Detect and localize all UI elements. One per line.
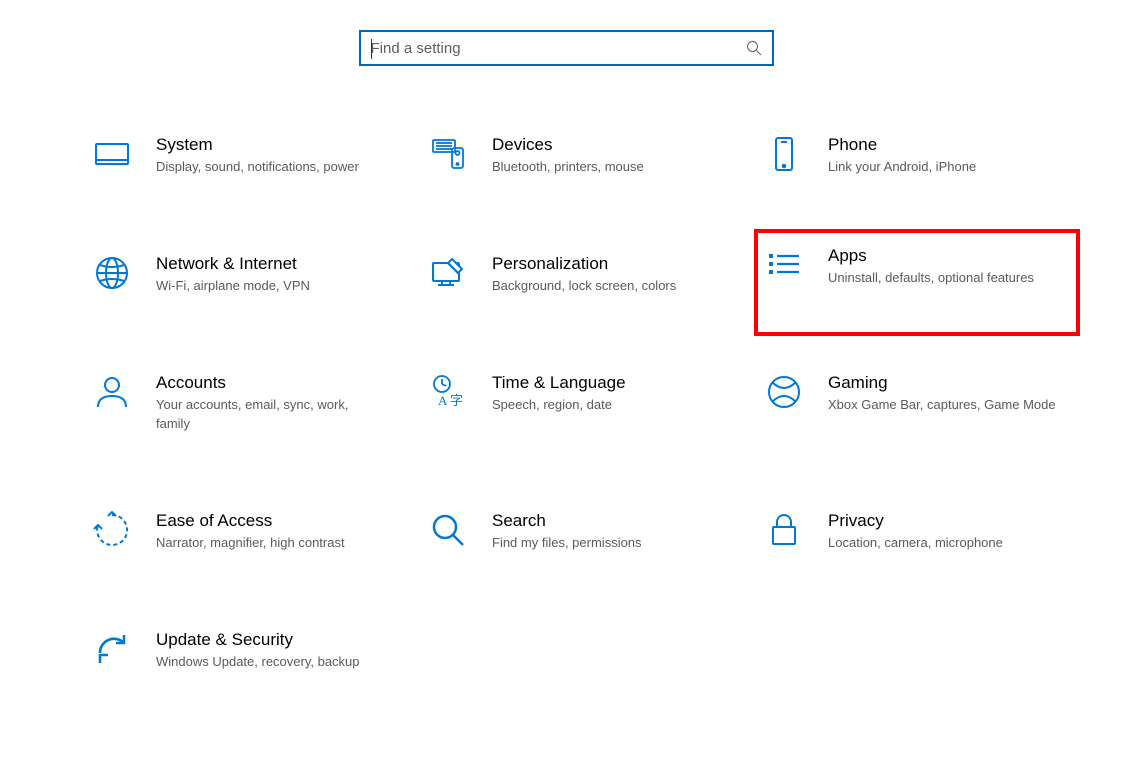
svg-text:字: 字 [450,393,463,408]
tile-subtitle: Uninstall, defaults, optional features [828,269,1064,288]
tile-title: Devices [492,134,720,156]
search-container [0,0,1132,126]
search-icon [746,40,762,56]
tile-network[interactable]: Network & Internet Wi-Fi, airplane mode,… [92,245,392,304]
tile-subtitle: Speech, region, date [492,396,720,415]
privacy-icon [764,510,804,550]
search-category-icon [428,510,468,550]
tile-title: Apps [828,245,1064,267]
search-input[interactable] [371,40,746,57]
phone-icon [764,134,804,174]
tile-subtitle: Link your Android, iPhone [828,158,1056,177]
tile-subtitle: Display, sound, notifications, power [156,158,384,177]
update-icon [92,629,132,669]
search-box[interactable] [359,30,774,66]
tile-subtitle: Find my files, permissions [492,534,720,553]
tile-ease-of-access[interactable]: Ease of Access Narrator, magnifier, high… [92,502,392,561]
tile-phone[interactable]: Phone Link your Android, iPhone [764,126,1064,185]
text-caret [371,39,372,59]
tile-time-language[interactable]: A 字 Time & Language Speech, region, date [428,364,728,442]
tile-subtitle: Your accounts, email, sync, work, family [156,396,384,434]
tile-subtitle: Windows Update, recovery, backup [156,653,384,672]
tile-gaming[interactable]: Gaming Xbox Game Bar, captures, Game Mod… [764,364,1064,442]
tile-title: Search [492,510,720,532]
ease-of-access-icon [92,510,132,550]
tile-subtitle: Wi-Fi, airplane mode, VPN [156,277,384,296]
personalization-icon [428,253,468,293]
apps-icon [764,245,804,285]
tile-title: Phone [828,134,1056,156]
tile-title: Update & Security [156,629,384,651]
tile-title: Privacy [828,510,1056,532]
tile-subtitle: Bluetooth, printers, mouse [492,158,720,177]
tile-apps[interactable]: Apps Uninstall, defaults, optional featu… [754,229,1080,336]
settings-grid: System Display, sound, notifications, po… [80,126,1052,680]
tile-personalization[interactable]: Personalization Background, lock screen,… [428,245,728,304]
tile-search[interactable]: Search Find my files, permissions [428,502,728,561]
tile-subtitle: Location, camera, microphone [828,534,1056,553]
tile-title: Accounts [156,372,384,394]
tile-subtitle: Background, lock screen, colors [492,277,720,296]
tile-title: Personalization [492,253,720,275]
tile-update-security[interactable]: Update & Security Windows Update, recove… [92,621,392,680]
svg-text:A: A [438,393,448,408]
tile-title: Gaming [828,372,1056,394]
tile-title: Time & Language [492,372,720,394]
tile-title: Network & Internet [156,253,384,275]
accounts-icon [92,372,132,412]
tile-devices[interactable]: Devices Bluetooth, printers, mouse [428,126,728,185]
tile-privacy[interactable]: Privacy Location, camera, microphone [764,502,1064,561]
tile-accounts[interactable]: Accounts Your accounts, email, sync, wor… [92,364,392,442]
gaming-icon [764,372,804,412]
time-language-icon: A 字 [428,372,468,412]
tile-title: System [156,134,384,156]
tile-system[interactable]: System Display, sound, notifications, po… [92,126,392,185]
globe-icon [92,253,132,293]
system-icon [92,134,132,174]
tile-subtitle: Xbox Game Bar, captures, Game Mode [828,396,1056,415]
devices-icon [428,134,468,174]
tile-title: Ease of Access [156,510,384,532]
tile-subtitle: Narrator, magnifier, high contrast [156,534,384,553]
